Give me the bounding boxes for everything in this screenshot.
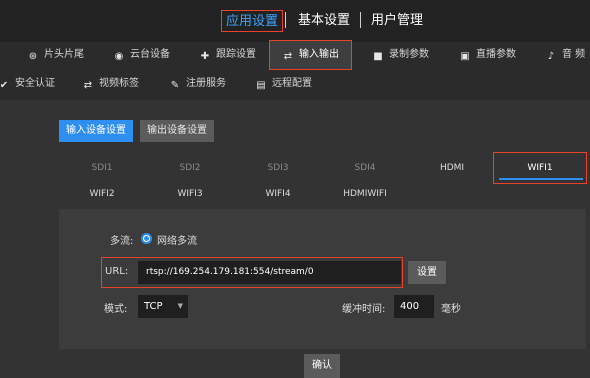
sub-nav-label: 音 频 — [562, 49, 586, 60]
multistream-option-label: 网络多流 — [157, 236, 197, 247]
tracking-target-icon: ✚ — [200, 51, 210, 62]
tab-wifi1[interactable]: WIFI1 — [500, 160, 580, 176]
tab-basic-settings[interactable]: 基本设置 — [294, 10, 354, 32]
sub-navigation: ⊛ 片头片尾 ◉ 云台设备 ✚ 跟踪设置 ⇄ 输入输出 ■ 录制参数 ▣ 直播参数 ♪ 音 频… — [0, 40, 590, 100]
sub-nav-label: 直播参数 — [476, 49, 516, 60]
sub-nav-item-ptz[interactable]: ◉ 云台设备 — [113, 44, 170, 66]
multistream-radio[interactable] — [141, 233, 152, 244]
sub-nav-item-audio[interactable]: ♪ 音 频 — [545, 44, 585, 66]
sub-nav-label: 安全认证 — [15, 78, 55, 89]
top-navigation-bar: 应用设置 基本设置 用户管理 — [0, 0, 590, 42]
sub-nav-item-input-output[interactable]: ⇄ 输入输出 — [269, 40, 352, 70]
video-record-icon: ■ — [373, 51, 383, 62]
camera-ptz-icon: ◉ — [114, 51, 124, 62]
mode-value: TCP — [144, 301, 163, 312]
video-tag-icon: ⇄ — [83, 80, 93, 91]
sub-nav-label: 跟踪设置 — [216, 49, 256, 60]
film-reel-icon: ⊛ — [28, 51, 38, 62]
sub-nav-item-record-params[interactable]: ■ 录制参数 — [372, 44, 429, 66]
tab-hdmiwifi[interactable]: HDMIWIFI — [325, 186, 405, 202]
tab-separator — [285, 12, 286, 28]
sub-nav-label: 注册服务 — [186, 78, 226, 89]
mode-select[interactable]: TCP ▼ — [138, 295, 188, 318]
sub-nav-label: 云台设备 — [130, 49, 170, 60]
register-edit-icon: ✎ — [170, 80, 180, 91]
active-tab-underline — [499, 178, 583, 180]
set-button[interactable]: 设置 — [408, 261, 446, 284]
sub-nav-item-security[interactable]: ✔ 安全认证 — [0, 73, 55, 95]
sub-nav-label: 输入输出 — [299, 49, 339, 60]
tab-separator — [360, 12, 361, 28]
buffer-time-input[interactable]: 400 — [394, 295, 434, 318]
remote-config-icon: ▤ — [256, 80, 266, 91]
tab-application-settings[interactable]: 应用设置 — [221, 10, 284, 32]
sub-nav-label: 录制参数 — [389, 49, 429, 60]
tab-sdi4[interactable]: SDI4 — [325, 160, 405, 176]
sub-nav-item-intro-outro[interactable]: ⊛ 片头片尾 — [27, 44, 84, 66]
multistream-label: 多流: — [110, 236, 134, 247]
sub-nav-label: 片头片尾 — [44, 49, 84, 60]
confirm-button[interactable]: 确认 — [304, 354, 340, 378]
tab-sdi1[interactable]: SDI1 — [62, 160, 142, 176]
tab-hdmi[interactable]: HDMI — [412, 160, 492, 176]
sub-nav-item-remote-config[interactable]: ▤ 远程配置 — [255, 73, 312, 95]
sub-nav-item-live-params[interactable]: ▣ 直播参数 — [459, 44, 516, 66]
tab-sdi3[interactable]: SDI3 — [238, 160, 318, 176]
output-device-settings-button[interactable]: 输出设备设置 — [140, 120, 214, 142]
mode-label: 模式: — [104, 304, 128, 315]
broadcast-icon: ▣ — [460, 51, 470, 62]
tab-user-management[interactable]: 用户管理 — [367, 10, 427, 32]
url-label: URL: — [105, 266, 129, 277]
buffer-label: 缓冲时间: — [342, 304, 386, 315]
input-device-settings-button[interactable]: 输入设备设置 — [59, 120, 133, 142]
sub-nav-label: 远程配置 — [272, 78, 312, 89]
sub-nav-label: 视频标签 — [99, 78, 139, 89]
tab-wifi4[interactable]: WIFI4 — [238, 186, 318, 202]
tab-wifi3[interactable]: WIFI3 — [150, 186, 230, 202]
tab-sdi2[interactable]: SDI2 — [150, 160, 230, 176]
transfer-arrows-icon: ⇄ — [283, 51, 293, 62]
url-input[interactable]: rtsp://169.254.179.181:554/stream/0 — [138, 261, 401, 284]
shield-check-icon: ✔ — [0, 80, 9, 91]
tab-wifi2[interactable]: WIFI2 — [62, 186, 142, 202]
microphone-icon: ♪ — [547, 51, 555, 62]
sub-nav-item-register[interactable]: ✎ 注册服务 — [169, 73, 226, 95]
sub-nav-item-video-tag[interactable]: ⇄ 视频标签 — [82, 73, 139, 95]
dropdown-caret-icon: ▼ — [177, 302, 183, 310]
sub-nav-item-tracking[interactable]: ✚ 跟踪设置 — [199, 44, 256, 66]
buffer-unit-label: 毫秒 — [441, 304, 461, 315]
